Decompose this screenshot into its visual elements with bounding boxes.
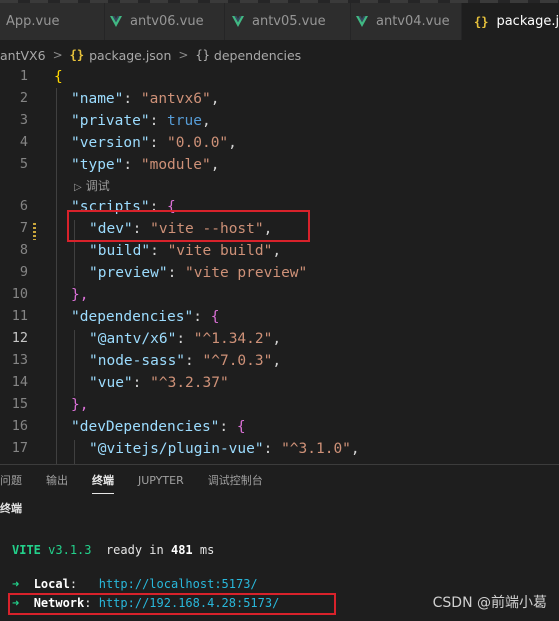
code-line: "dependencies": { [71,309,220,325]
code-line: "private": true, [71,113,211,129]
terminal-line-vite: VITE v3.1.3 ready in 481 ms [12,543,215,557]
watermark: CSDN @前端小葛 [432,595,547,611]
codelens-label: 调试 [85,179,110,193]
tab-label: antv04.vue [376,14,450,29]
codelens-debug[interactable]: ▷ 调试 [74,176,110,196]
tab-terminal[interactable]: 终端 [92,466,114,496]
code-line: { [54,69,63,85]
tab-antv06-vue[interactable]: antv06.vue [105,3,224,40]
code-line: "version": "0.0.0", [71,135,237,151]
code-line: }, [71,287,89,303]
tab-label: antv06.vue [130,14,204,29]
tab-label: package.json [496,14,559,29]
vue-icon [232,15,244,27]
code-line: "type": "module", [71,157,220,173]
chevron-right-icon: > [52,48,63,62]
json-object-icon: {} [195,48,210,62]
editor-tab-bar: App.vue antv06.vue antv05.vue antv04.vue… [0,0,559,40]
tab-antv04-vue[interactable]: antv04.vue [351,3,461,40]
terminal-title: 终端 [0,502,22,515]
tab-output[interactable]: 输出 [46,466,68,496]
chevron-right-icon: > [178,48,189,62]
panel-divider [0,464,559,465]
json-braces-icon: {} [69,48,85,62]
tab-debug-console[interactable]: 调试控制台 [208,466,263,496]
vue-icon [110,15,122,27]
vue-icon [356,15,368,27]
code-editor[interactable]: 1 2 3 4 5 6 7 8 9 10 11 12 13 14 15 16 1… [0,66,559,464]
tab-label: antv05.vue [252,14,326,29]
breadcrumb-folder[interactable]: antVX6 [0,48,46,63]
play-icon: ▷ [74,182,82,193]
breadcrumb: antVX6 > {} package.json > {} dependenci… [0,44,301,66]
code-line: }, [71,397,89,413]
tab-jupyter[interactable]: JUPYTER [138,466,184,496]
tab-label: App.vue [6,14,60,29]
code-line: "@vitejs/plugin-vue": "^3.1.0", [89,441,360,457]
tab-problems[interactable]: 问题 [0,466,22,496]
highlight-box-network [8,593,336,615]
breadcrumb-node[interactable]: dependencies [214,48,301,63]
code-line: "build": "vite build", [89,243,282,259]
tab-package-json[interactable]: {} package.json [462,3,559,40]
code-line: "vue": "^3.2.37" [89,375,229,391]
code-line: "preview": "vite preview" [89,265,308,281]
tab-antv05-vue[interactable]: antv05.vue [225,3,350,40]
highlight-box-dev [67,210,310,242]
code-line: "devDependencies": { [71,419,246,435]
code-line: "@antv/x6": "^1.34.2", [89,331,282,347]
breadcrumb-file[interactable]: package.json [89,48,171,63]
json-braces-icon: {} [474,14,489,29]
code-line: "node-sass": "^7.0.3", [89,353,282,369]
terminal-line-local: ➜ Local: http://localhost:5173/ [12,577,258,591]
panel-tabs: 问题 输出 终端 JUPYTER 调试控制台 [0,466,287,496]
arrow-right-icon: ➜ [12,577,20,591]
tab-app-vue[interactable]: App.vue [0,3,104,40]
local-url-link: http://localhost:5173/ [98,577,258,591]
code-line: "name": "antvx6", [71,91,220,107]
